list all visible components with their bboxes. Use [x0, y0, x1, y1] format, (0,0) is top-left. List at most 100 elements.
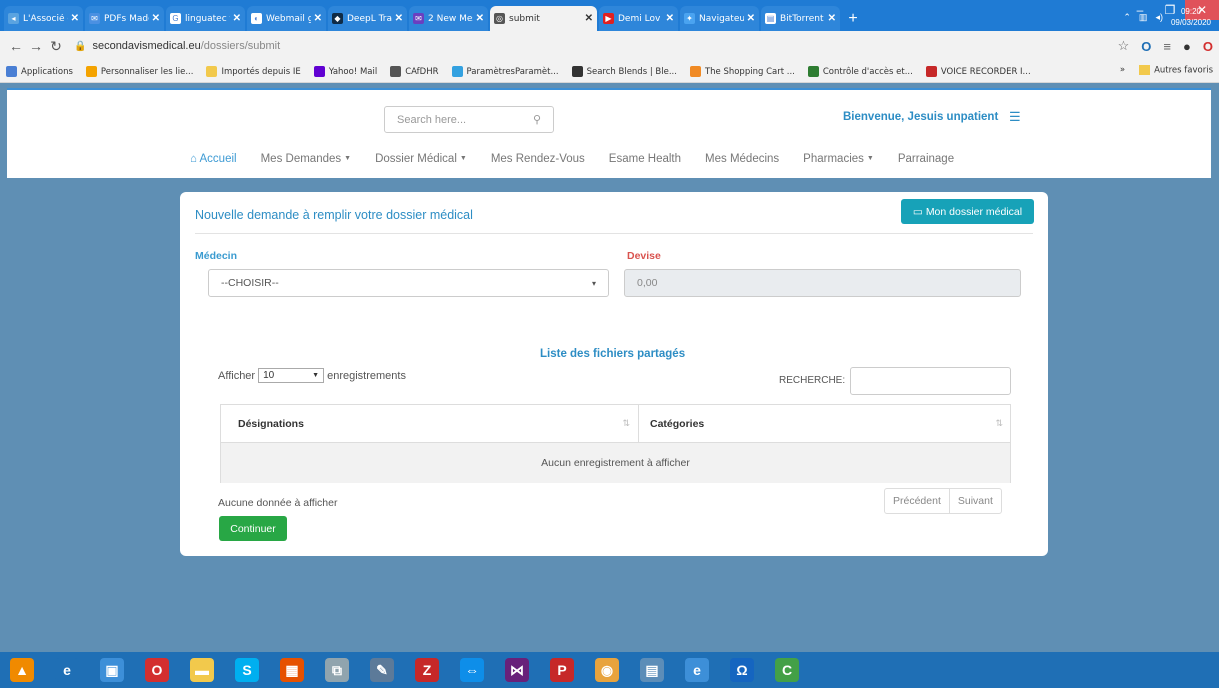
internet-explorer-icon[interactable]: e [55, 658, 79, 682]
bookmark-item[interactable]: Importés depuis IE [206, 66, 301, 77]
filezilla-icon[interactable]: Z [415, 658, 439, 682]
bookmark-item[interactable]: CAfDHR [390, 66, 439, 77]
close-tab-icon[interactable]: ✕ [152, 13, 160, 24]
reload-icon[interactable]: ↻ [46, 38, 66, 55]
network-tray-icon[interactable]: ▥ [1139, 12, 1148, 23]
forward-arrow-icon[interactable]: → [26, 38, 46, 54]
chrome-icon[interactable]: ◉ [595, 658, 619, 682]
headset-icon[interactable]: Ω [730, 658, 754, 682]
nav-item-label: Mes Rendez-Vous [490, 153, 585, 165]
vlc-icon[interactable]: ▲ [10, 658, 34, 682]
bookmark-item[interactable]: The Shopping Cart ... [689, 66, 795, 77]
list-menu-icon[interactable]: ☰ [1009, 109, 1021, 125]
new-tab-button[interactable]: + [842, 6, 864, 31]
profile-icon[interactable]: ● [1183, 39, 1191, 54]
app-icon[interactable]: ▣ [100, 658, 124, 682]
lock-icon: 🔒 [74, 40, 87, 52]
browser-tab[interactable]: ✉ 2 New Messa✕ [409, 6, 488, 31]
tab-title: 2 New Messa [428, 13, 473, 24]
doctor-select[interactable]: --CHOISIR-- ▾ [208, 269, 609, 297]
currency-field: 0,00 [624, 269, 1021, 297]
tab-title: Webmail grou [266, 13, 311, 24]
browser-tab[interactable]: ◂ L'Associé du c✕ [4, 6, 83, 31]
previous-page-button[interactable]: Précédent [885, 489, 949, 513]
bookmark-item[interactable]: VOICE RECORDER I... [925, 66, 1031, 77]
bookmark-item[interactable]: Applications [6, 66, 73, 77]
tab-title: PDFs Made S [104, 13, 149, 24]
next-page-button[interactable]: Suivant [948, 489, 1001, 513]
close-tab-icon[interactable]: ✕ [585, 13, 593, 24]
bookmark-item[interactable]: Search Blends | Ble... [571, 66, 677, 77]
my-medical-record-button[interactable]: ▭ Mon dossier médical [901, 199, 1034, 224]
nav-item[interactable]: Mes Rendez-Vous [491, 153, 585, 165]
close-tab-icon[interactable]: ✕ [314, 13, 322, 24]
browser-tab[interactable]: ▤ BitTorrent - P✕ [761, 6, 840, 31]
close-tab-icon[interactable]: ✕ [71, 13, 79, 24]
browser-tab[interactable]: ◐ Webmail grou✕ [247, 6, 326, 31]
other-bookmarks-folder[interactable]: Autres favoris [1139, 65, 1213, 76]
opera-red-icon[interactable]: O [1203, 39, 1213, 54]
browser-tab[interactable]: ◎ submit ✕ [490, 6, 597, 31]
close-tab-icon[interactable]: ✕ [233, 13, 241, 24]
bookmark-item[interactable]: Yahoo! Mail [313, 66, 377, 77]
network-icon[interactable]: ⧉ [325, 658, 349, 682]
clock[interactable]: 09:20 09/03/2020 [1171, 6, 1211, 28]
column-header-designations[interactable]: Désignations ⇅ [221, 405, 639, 442]
camtasia-icon[interactable]: C [775, 658, 799, 682]
bookmark-item[interactable]: Contrôle d'accès et... [807, 66, 913, 77]
more-bookmarks-button[interactable]: » [1120, 65, 1125, 75]
close-tab-icon[interactable]: ✕ [476, 13, 484, 24]
nav-item-label: Mes Médecins [705, 153, 780, 165]
back-arrow-icon[interactable]: ← [6, 38, 26, 54]
doctor-select-value: --CHOISIR-- [221, 277, 279, 289]
bookmark-item[interactable]: ParamètresParamèt... [451, 66, 559, 77]
skype-icon[interactable]: S [235, 658, 259, 682]
browser-tab[interactable]: ◆ DeepL Traduc✕ [328, 6, 407, 31]
close-tab-icon[interactable]: ✕ [828, 13, 836, 24]
nav-item[interactable]: Pharmacies ▼ [803, 153, 874, 165]
nav-item[interactable]: Esame Health [609, 153, 681, 165]
tab-title: submit [509, 13, 540, 24]
close-tab-icon[interactable]: ✕ [666, 13, 674, 24]
nav-item[interactable]: Parrainage [898, 153, 954, 165]
visual-studio-icon[interactable]: ⋈ [505, 658, 529, 682]
nav-item-label: Pharmacies [803, 153, 864, 165]
nav-item[interactable]: Mes Demandes ▼ [261, 153, 351, 165]
bookmark-label: The Shopping Cart ... [704, 66, 795, 77]
nav-item[interactable]: ⌂ Accueil [190, 153, 237, 165]
caret-down-icon: ▼ [344, 155, 352, 163]
opera-icon[interactable]: O [145, 658, 169, 682]
browser-tab[interactable]: ▶ Demi Lov ✕ [599, 6, 678, 31]
edge-icon[interactable]: e [685, 658, 709, 682]
page-length-select[interactable]: 10 ▼ [258, 368, 325, 383]
continue-button[interactable]: Continuer [219, 516, 287, 541]
nav-item-label: Mes Demandes [260, 153, 342, 165]
bookmark-item[interactable]: Personnaliser les lie... [85, 66, 193, 77]
search-icon: ⚲ [532, 114, 541, 126]
pdf-icon[interactable]: P [550, 658, 574, 682]
bookmark-icon [807, 66, 819, 77]
close-tab-icon[interactable]: ✕ [747, 13, 755, 24]
nav-item[interactable]: Dossier Médical ▼ [375, 153, 467, 165]
browser-tab[interactable]: ✉ PDFs Made S✕ [85, 6, 164, 31]
teamviewer-icon[interactable]: ⇔ [460, 658, 484, 682]
volume-icon[interactable]: ◂) [1155, 12, 1163, 23]
welcome-text[interactable]: Bienvenue, Jesuis unpatient [843, 111, 998, 123]
star-icon[interactable]: ☆ [1118, 38, 1130, 54]
nav-item[interactable]: Mes Médecins [705, 153, 779, 165]
search-input[interactable]: Search here... ⚲ [384, 106, 554, 133]
bookmark-icon [6, 66, 17, 77]
table-search-input[interactable] [850, 367, 1011, 395]
browser-tab[interactable]: ✦ Navigateur or✕ [680, 6, 759, 31]
close-tab-icon[interactable]: ✕ [395, 13, 403, 24]
file-explorer-icon[interactable]: ▬ [190, 658, 214, 682]
paint-icon[interactable]: ✎ [370, 658, 394, 682]
opera-extension-icon[interactable]: O [1141, 39, 1151, 54]
browser-tab[interactable]: Glinguatec fran✕ [166, 6, 245, 31]
tray-arrow-icon[interactable]: ⌃ [1123, 12, 1131, 23]
menu-extension-icon[interactable]: ≡ [1163, 39, 1171, 54]
url-field[interactable]: 🔒 secondavismedical.eu/dossiers/submit [74, 35, 1118, 57]
calendar-icon[interactable]: ▦ [280, 658, 304, 682]
notes-icon[interactable]: ▤ [640, 658, 664, 682]
column-header-categories[interactable]: Catégories ⇅ [639, 405, 1011, 442]
